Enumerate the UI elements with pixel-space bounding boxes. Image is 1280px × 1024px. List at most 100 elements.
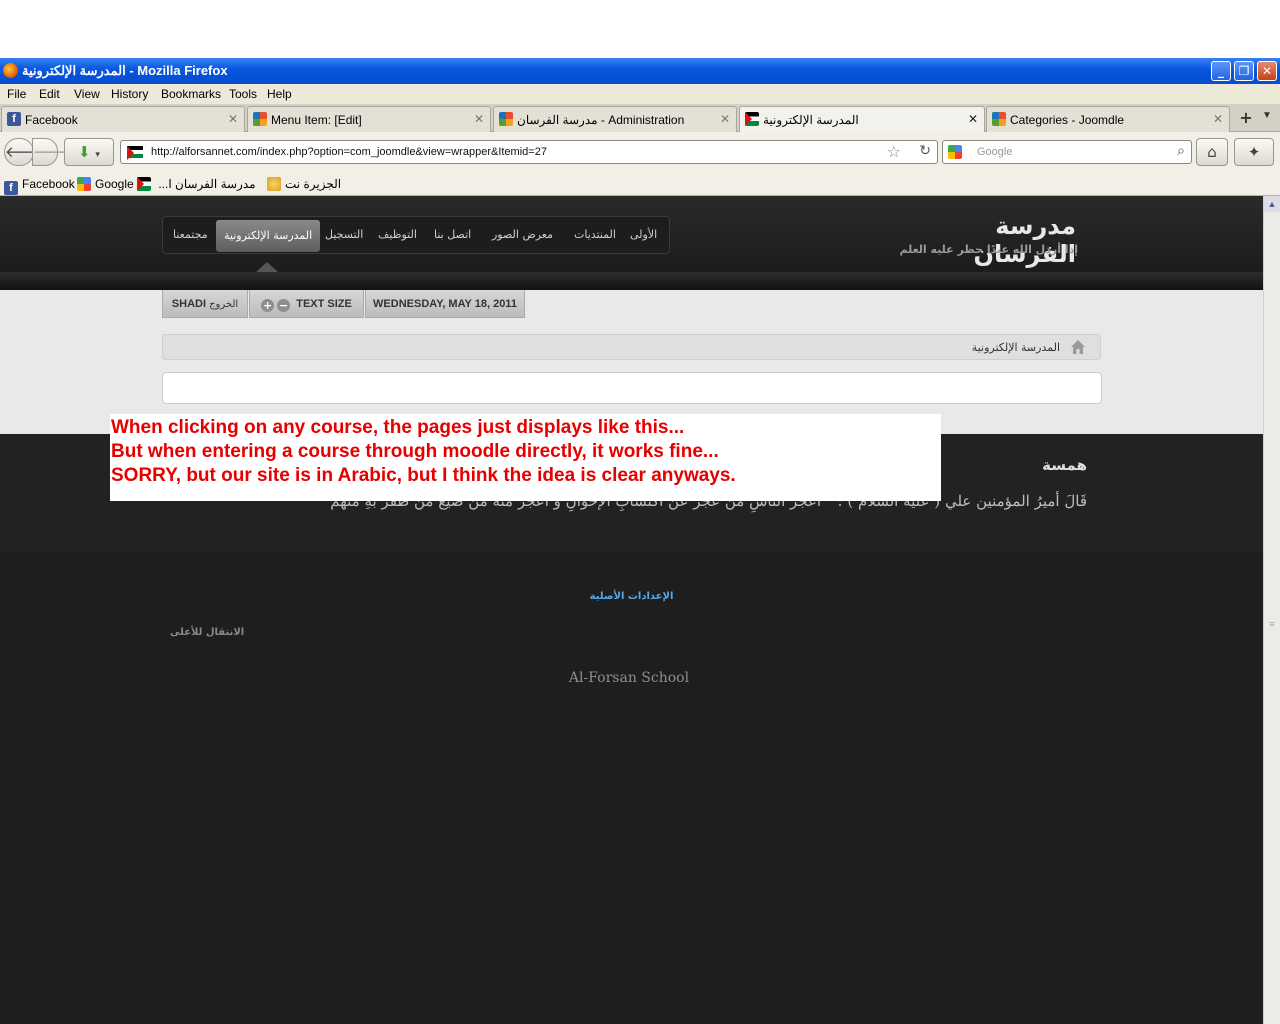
google-icon <box>77 177 91 191</box>
addon-icon: ✦ <box>1247 143 1261 161</box>
menu-item-community[interactable]: مجتمعنا <box>173 228 208 241</box>
date-box: WEDNESDAY, MAY 18, 2011 <box>365 290 525 318</box>
reload-icon[interactable]: ↻ <box>919 143 931 159</box>
search-bar[interactable]: Google ⌕ <box>942 140 1192 164</box>
user-name: SHADI <box>171 298 207 310</box>
home-icon[interactable] <box>1070 339 1086 355</box>
bookmark-label: Facebook <box>22 177 75 191</box>
back-to-top-link[interactable]: الانتقال للأعلى <box>170 627 244 638</box>
tab-menu-item-edit[interactable]: Menu Item: [Edit] ✕ <box>247 106 491 132</box>
user-logout-box[interactable]: SHADI الخروج <box>162 290 248 318</box>
tab-label: مدرسة الفرسان - Administration <box>517 113 685 127</box>
menu-item-jobs[interactable]: التوظيف <box>378 228 417 241</box>
tab-close-icon[interactable]: ✕ <box>228 112 238 126</box>
home-icon: ⌂ <box>1207 143 1217 161</box>
logout-link[interactable]: الخروج <box>209 299 238 310</box>
menu-item-contact[interactable]: اتصل بنا <box>434 228 471 241</box>
tab-label: Facebook <box>25 113 78 127</box>
quote-title: همسة <box>1042 456 1087 474</box>
new-tab-button[interactable]: + <box>1233 107 1259 131</box>
minimize-button[interactable]: _ <box>1211 61 1231 81</box>
google-icon <box>948 145 962 159</box>
chevron-down-icon: ▾ <box>95 150 100 160</box>
text-size-box: + − TEXT SIZE <box>249 290 364 318</box>
tab-close-icon[interactable]: ✕ <box>968 112 978 126</box>
bookmark-aljazeera[interactable]: الجزيرة نت <box>267 177 341 191</box>
menu-item-register[interactable]: التسجيل <box>325 228 363 241</box>
site-logo-title[interactable]: مدرسة الفرسان <box>890 212 1076 268</box>
maximize-button[interactable]: ❐ <box>1234 61 1254 81</box>
menu-item-forums[interactable]: المنتديات <box>574 228 616 241</box>
annotation-line: When clicking on any course, the pages j… <box>111 417 685 438</box>
current-date: WEDNESDAY, MAY 18, 2011 <box>373 298 517 310</box>
scroll-grip-icon[interactable]: ≡ <box>1264 616 1280 632</box>
back-button[interactable]: 🡐 <box>4 138 45 166</box>
tab-administration[interactable]: مدرسة الفرسان - Administration ✕ <box>493 106 737 132</box>
menu-item-home[interactable]: الأولى <box>630 228 657 241</box>
tab-bar: f Facebook ✕ Menu Item: [Edit] ✕ مدرسة ا… <box>0 104 1280 132</box>
menu-history[interactable]: History <box>111 87 148 101</box>
bookmark-label: ...مدرسة الفرسان ا <box>158 177 256 191</box>
firefox-icon <box>3 63 18 78</box>
close-button[interactable]: ✕ <box>1257 61 1277 81</box>
increase-text-icon[interactable]: + <box>261 299 275 312</box>
default-settings-link[interactable]: الإعدادات الأصلية <box>0 591 1263 602</box>
tab-label: Categories - Joomdle <box>1010 113 1125 127</box>
content-band: SHADI الخروج + − TEXT SIZE WEDNESDAY, MAY… <box>0 290 1263 434</box>
window-title: المدرسة الإلكترونية - Mozilla Firefox <box>22 63 228 78</box>
window-titlebar: المدرسة الإلكترونية - Mozilla Firefox _ … <box>0 58 1280 84</box>
breadcrumb: المدرسة الإلكترونية <box>162 334 1101 360</box>
menu-item-e-school[interactable]: المدرسة الإلكترونية <box>216 220 321 252</box>
site-footer: الإعدادات الأصلية الانتقال للأعلى Al-For… <box>0 552 1263 1024</box>
url-bar[interactable]: http://alforsannet.com/index.php?option=… <box>120 140 938 164</box>
wrapper-frame <box>162 372 1102 404</box>
bookmark-google[interactable]: Google <box>77 177 134 191</box>
site-logo-tagline: إذا أرذل الله عبدًا حظر عليه العلم <box>899 243 1078 256</box>
joomla-icon <box>992 112 1006 126</box>
navigation-toolbar: 🡐 🡒 ⬇ ▾ http://alforsannet.com/index.php… <box>0 132 1280 172</box>
bookmark-label: الجزيرة نت <box>285 177 342 191</box>
site-identity-icon <box>127 146 143 160</box>
site-header: مدرسة الفرسان إذا أرذل الله عبدًا حظر عل… <box>0 196 1263 290</box>
active-menu-pointer <box>256 262 278 272</box>
bookmark-alforsan[interactable]: ...مدرسة الفرسان ا <box>137 177 256 191</box>
search-input[interactable]: Google <box>977 146 1012 158</box>
tab-list-chevron-icon[interactable]: ▼ <box>1262 110 1272 121</box>
annotation-note: When clicking on any course, the pages j… <box>110 414 941 501</box>
tab-e-school[interactable]: المدرسة الإلكترونية ✕ <box>739 106 985 132</box>
menu-item-gallery[interactable]: معرض الصور <box>492 228 553 241</box>
addon-button[interactable]: ✦ <box>1234 138 1274 166</box>
downloads-button[interactable]: ⬇ ▾ <box>64 138 114 166</box>
menu-file[interactable]: File <box>7 87 26 101</box>
search-icon[interactable]: ⌕ <box>1177 143 1185 159</box>
tab-label: Menu Item: [Edit] <box>271 113 362 127</box>
tab-close-icon[interactable]: ✕ <box>1213 112 1223 126</box>
text-size-label: TEXT SIZE <box>296 298 352 310</box>
decrease-text-icon[interactable]: − <box>277 299 291 312</box>
facebook-icon: f <box>4 181 18 195</box>
url-text: http://alforsannet.com/index.php?option=… <box>151 146 547 158</box>
menu-view[interactable]: View <box>74 87 100 101</box>
bookmark-facebook[interactable]: f Facebook <box>4 177 75 195</box>
menu-help[interactable]: Help <box>267 87 292 101</box>
joomla-icon <box>253 112 267 126</box>
flag-icon <box>137 177 151 191</box>
menu-tools[interactable]: Tools <box>229 87 257 101</box>
tab-facebook[interactable]: f Facebook ✕ <box>1 106 245 132</box>
tab-close-icon[interactable]: ✕ <box>720 112 730 126</box>
tab-categories-joomdle[interactable]: Categories - Joomdle ✕ <box>986 106 1230 132</box>
joomla-icon <box>499 112 513 126</box>
forward-button[interactable]: 🡒 <box>32 138 73 166</box>
menu-edit[interactable]: Edit <box>39 87 60 101</box>
tab-close-icon[interactable]: ✕ <box>474 112 484 126</box>
home-button[interactable]: ⌂ <box>1196 138 1228 166</box>
bookmark-star-icon[interactable]: ☆ <box>887 142 901 161</box>
bookmark-label: Google <box>95 177 134 191</box>
scroll-up-icon[interactable]: ▲ <box>1264 196 1280 212</box>
breadcrumb-current: المدرسة الإلكترونية <box>971 341 1060 354</box>
annotation-line: But when entering a course through moodl… <box>111 441 719 462</box>
annotation-line: SORRY, but our site is in Arabic, but I … <box>111 465 736 486</box>
menu-bookmarks[interactable]: Bookmarks <box>161 87 221 101</box>
tab-label: المدرسة الإلكترونية <box>763 113 859 127</box>
vertical-scrollbar[interactable]: ▲ ≡ <box>1263 196 1280 1024</box>
